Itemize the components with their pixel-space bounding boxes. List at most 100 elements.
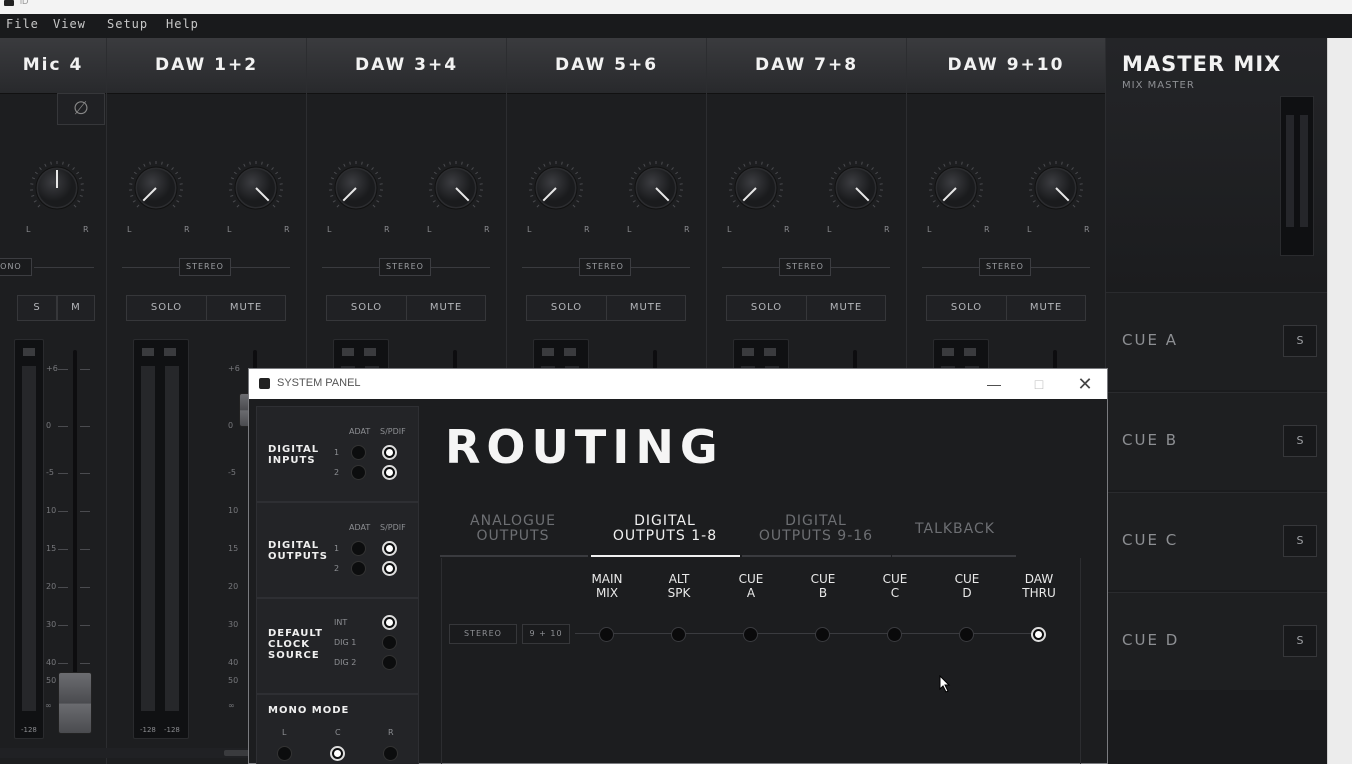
pan-knob-left[interactable]: [926, 158, 986, 218]
routing-node[interactable]: [743, 627, 758, 642]
cue-a-solo-button[interactable]: S: [1283, 325, 1317, 357]
strip-name: DAW 5+6: [554, 55, 659, 75]
pan-knob-left[interactable]: [326, 158, 386, 218]
strip-header[interactable]: DAW 5+6: [507, 38, 706, 94]
strip-name: DAW 1+2: [154, 55, 259, 75]
fader-scale-tick: [80, 426, 90, 427]
fader-handle[interactable]: [58, 672, 92, 734]
mono-r-radio[interactable]: [383, 746, 398, 761]
fader-scale-tick: [58, 473, 68, 474]
pan-knob-left[interactable]: [726, 158, 786, 218]
input-1-adat-radio[interactable]: [351, 445, 366, 460]
pan-knob-right[interactable]: [426, 158, 486, 218]
fader-scale-label: -5: [46, 468, 54, 477]
routing-node[interactable]: [671, 627, 686, 642]
solo-button[interactable]: S: [17, 295, 57, 321]
mute-button[interactable]: MUTE: [806, 295, 886, 321]
solo-button[interactable]: SOLO: [726, 295, 807, 321]
routing-node[interactable]: [599, 627, 614, 642]
strip-header[interactable]: DAW 7+8: [707, 38, 906, 94]
master-mix-section[interactable]: MASTER MIX MIX MASTER: [1106, 38, 1327, 292]
output-2-adat-radio[interactable]: [351, 561, 366, 576]
routing-node[interactable]: [887, 627, 902, 642]
cue-a-row[interactable]: CUE A S: [1106, 292, 1327, 390]
solo-button[interactable]: SOLO: [526, 295, 607, 321]
routing-node[interactable]: [959, 627, 974, 642]
source-channel-button[interactable]: 9 + 10: [522, 624, 570, 644]
solo-button[interactable]: SOLO: [126, 295, 207, 321]
pan-knob-right[interactable]: [626, 158, 686, 218]
routing-node[interactable]: [1031, 627, 1046, 642]
pan-knob-right[interactable]: [826, 158, 886, 218]
stereo-button[interactable]: STEREO: [779, 258, 831, 276]
cue-d-solo-button[interactable]: S: [1283, 625, 1317, 657]
input-1-spdif-radio[interactable]: [382, 445, 397, 460]
mute-button[interactable]: MUTE: [606, 295, 686, 321]
menu-view[interactable]: View: [53, 17, 86, 31]
cue-b-solo-button[interactable]: S: [1283, 425, 1317, 457]
pan-knob-left[interactable]: [526, 158, 586, 218]
mono-c-radio[interactable]: [330, 746, 345, 761]
right-scrollbar-track[interactable]: [1327, 38, 1352, 764]
system-panel-titlebar[interactable]: SYSTEM PANEL — □ ✕: [249, 369, 1107, 399]
stereo-button[interactable]: STEREO: [579, 258, 631, 276]
maximize-icon[interactable]: □: [1024, 374, 1054, 394]
cue-b-row[interactable]: CUE B S: [1106, 392, 1327, 490]
destination-label-line2: MIX: [595, 586, 619, 600]
strip-header[interactable]: DAW 1+2: [107, 38, 306, 94]
strip-header[interactable]: DAW 9+10: [907, 38, 1105, 94]
cue-d-row[interactable]: CUE D S: [1106, 592, 1327, 690]
mute-button[interactable]: M: [57, 295, 95, 321]
system-panel-window: SYSTEM PANEL — □ ✕ DIGITAL INPUTS ADAT S/…: [248, 368, 1108, 764]
mono-l-radio[interactable]: [277, 746, 292, 761]
stereo-button[interactable]: STEREO: [379, 258, 431, 276]
routing-matrix: STEREO 9 + 10 MAIN MIX ALT SPK CUE A CUE B CUE C C…: [441, 558, 1081, 764]
mono-r-label: R: [388, 728, 394, 737]
pan-knob-left[interactable]: [126, 158, 186, 218]
pan-knob-right[interactable]: [1026, 158, 1086, 218]
pan-right-label: R: [484, 225, 490, 234]
strip-name: DAW 7+8: [754, 55, 859, 75]
tab-digital-outputs-1-8[interactable]: DIGITAL OUTPUTS 1-8: [591, 514, 739, 550]
stereo-button[interactable]: STEREO: [179, 258, 231, 276]
input-2-adat-radio[interactable]: [351, 465, 366, 480]
master-meter-right: [1300, 115, 1308, 227]
meter-clip-led: [342, 348, 354, 356]
menu-help[interactable]: Help: [166, 17, 199, 31]
output-1-adat-radio[interactable]: [351, 541, 366, 556]
pan-knob-right[interactable]: [226, 158, 286, 218]
input-2-spdif-radio[interactable]: [382, 465, 397, 480]
stereo-button[interactable]: STEREO: [979, 258, 1031, 276]
mute-button[interactable]: MUTE: [1006, 295, 1086, 321]
phase-invert-button[interactable]: ∅: [57, 93, 105, 125]
pan-right-label: R: [384, 225, 390, 234]
destination-label-line2: A: [746, 586, 756, 600]
tab-digital-outputs-9-16[interactable]: DIGITAL OUTPUTS 9-16: [742, 514, 890, 550]
solo-button[interactable]: SOLO: [326, 295, 407, 321]
tab-analogue-outputs[interactable]: ANALOGUE OUTPUTS: [439, 514, 587, 550]
solo-button[interactable]: SOLO: [926, 295, 1007, 321]
clock-int-radio[interactable]: [382, 615, 397, 630]
tab-talkback[interactable]: TALKBACK: [881, 522, 1029, 558]
source-mode-button[interactable]: STEREO: [449, 624, 517, 644]
right-scrollbar[interactable]: [1327, 38, 1352, 764]
cue-c-solo-button[interactable]: S: [1283, 525, 1317, 557]
mute-button[interactable]: MUTE: [206, 295, 286, 321]
pan-left-label: L: [1027, 225, 1032, 234]
mute-button[interactable]: MUTE: [406, 295, 486, 321]
cue-d-label: CUE D: [1122, 631, 1180, 649]
pan-knob[interactable]: [27, 158, 87, 218]
clock-dig2-radio[interactable]: [382, 655, 397, 670]
strip-header[interactable]: Mic 4: [0, 38, 106, 94]
clock-dig1-radio[interactable]: [382, 635, 397, 650]
output-2-spdif-radio[interactable]: [382, 561, 397, 576]
menu-file[interactable]: File: [6, 17, 39, 31]
close-icon[interactable]: ✕: [1070, 374, 1100, 394]
menu-setup[interactable]: Setup: [107, 17, 148, 31]
minimize-icon[interactable]: —: [979, 374, 1009, 394]
output-1-spdif-radio[interactable]: [382, 541, 397, 556]
strip-header[interactable]: DAW 3+4: [307, 38, 506, 94]
cue-c-row[interactable]: CUE C S: [1106, 492, 1327, 590]
routing-node[interactable]: [815, 627, 830, 642]
mono-button[interactable]: MONO: [0, 258, 32, 276]
